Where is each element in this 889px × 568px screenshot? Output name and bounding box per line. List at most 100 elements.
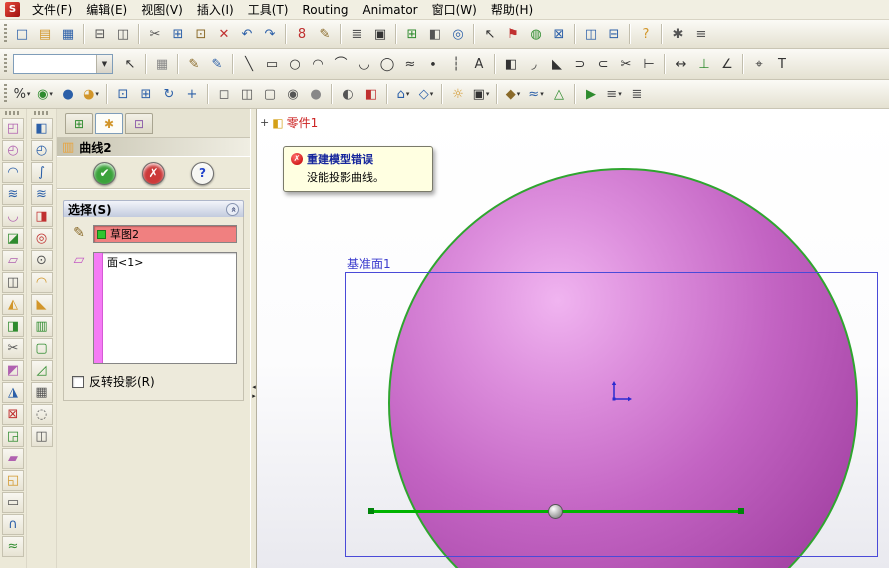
filled-surface-icon[interactable]: ◪ (2, 228, 24, 249)
wireframe-icon[interactable]: ◻ (213, 83, 235, 105)
untrim-surface-icon[interactable]: ◩ (2, 360, 24, 381)
radiate-surface-icon[interactable]: ◭ (2, 294, 24, 315)
new-document-icon[interactable]: □ (11, 23, 33, 45)
toolbar-options-icon[interactable]: ≣ (626, 83, 648, 105)
tree-expand-icon[interactable]: + (260, 116, 269, 129)
dropdown-arrow-icon[interactable]: ▾ (517, 90, 521, 98)
open-document-icon[interactable]: ▤ (34, 23, 56, 45)
sketch-selection-field[interactable]: 草图2 (93, 225, 237, 243)
revolved-surface-icon[interactable]: ◴ (2, 140, 24, 161)
corner-rectangle-icon[interactable]: ▭ (261, 53, 283, 75)
datum-plane-label[interactable]: 基准面1 (347, 255, 391, 272)
help-icon[interactable]: ? (635, 23, 657, 45)
text-tool-icon[interactable]: T (771, 53, 793, 75)
grid-icon[interactable]: ▦ (151, 53, 173, 75)
dropdown-arrow-icon[interactable]: ▾ (406, 90, 410, 98)
lofted-surface-icon[interactable]: ≋ (2, 184, 24, 205)
tangent-arc-icon[interactable]: ⌒ (330, 53, 352, 75)
rib-icon[interactable]: ▥ (30, 316, 53, 337)
zoom-to-area-icon[interactable]: ⊞ (135, 83, 157, 105)
menu-insert[interactable]: 插入(I) (190, 0, 241, 20)
dropdown-arrow-icon[interactable]: ▾ (618, 90, 622, 98)
line-icon[interactable]: ╲ (238, 53, 260, 75)
curves-icon[interactable]: ≈ ▾ (525, 83, 547, 105)
dropdown-arrow-icon[interactable]: ▾ (49, 90, 53, 98)
menu-window[interactable]: 窗口(W) (425, 0, 484, 20)
selection-group-header[interactable]: 选择(S) « (63, 200, 244, 217)
delete-icon[interactable]: ✕ (213, 23, 235, 45)
apply-scene-icon[interactable]: ◉ ▾ (34, 83, 56, 105)
splitter-collapse-left-icon[interactable]: ◂ (252, 384, 256, 391)
camera-icon[interactable]: ▣ ▾ (470, 83, 492, 105)
ellipse-icon[interactable]: ◯ (376, 53, 398, 75)
paste-icon[interactable]: ⊡ (190, 23, 212, 45)
collapse-chevron-icon[interactable]: « (226, 202, 239, 216)
display-style-icon[interactable]: ◧ (424, 23, 446, 45)
sketch-endpoint-icon[interactable] (368, 508, 374, 514)
mirror-feature-icon[interactable]: ◫ (30, 426, 53, 447)
three-point-arc-icon[interactable]: ◡ (353, 53, 375, 75)
tab-configurations[interactable]: ⊡ (125, 113, 153, 134)
full-screen-icon[interactable]: ⊠ (548, 23, 570, 45)
datum-plane-outline[interactable] (345, 272, 878, 557)
mirror-entities-icon[interactable]: ◧ (500, 53, 522, 75)
help-button[interactable]: ? (191, 161, 214, 185)
extend-entities-icon[interactable]: ⊢ (638, 53, 660, 75)
web-toolbar-icon[interactable]: ◍ (525, 23, 547, 45)
menu-routing[interactable]: Routing (295, 1, 355, 19)
select-icon[interactable]: ↖ (119, 53, 141, 75)
revolved-cut-icon[interactable]: ◎ (30, 228, 53, 249)
convert-entities-icon[interactable]: ⊂ (592, 53, 614, 75)
reverse-projection-label[interactable]: 反转投影(R) (89, 373, 155, 390)
drag-handle-ball[interactable] (548, 504, 563, 519)
menu-view[interactable]: 视图(V) (134, 0, 190, 20)
point-icon[interactable]: ∙ (422, 53, 444, 75)
spline-icon[interactable]: ≈ (399, 53, 421, 75)
linear-pattern-icon[interactable]: ▦ (30, 382, 53, 403)
reverse-projection-checkbox[interactable] (72, 375, 84, 388)
hidden-lines-visible-icon[interactable]: ◫ (236, 83, 258, 105)
lights-icon[interactable]: ☼ (447, 83, 469, 105)
menu-animator[interactable]: Animator (355, 1, 424, 19)
shadows-icon[interactable]: ◐ (337, 83, 359, 105)
copy-icon[interactable]: ⊞ (167, 23, 189, 45)
hidden-lines-removed-icon[interactable]: ▢ (259, 83, 281, 105)
boundary-surface-icon[interactable]: ◡ (2, 206, 24, 227)
centerline-icon[interactable]: ┆ (445, 53, 467, 75)
splitter-collapse-right-icon[interactable]: ▸ (252, 393, 256, 400)
select-pointer-icon[interactable]: ↖ (479, 23, 501, 45)
display-relations-icon[interactable]: ∠ (716, 53, 738, 75)
trim-surface-icon[interactable]: ✂ (2, 338, 24, 359)
revolved-boss-icon[interactable]: ◴ (30, 140, 53, 161)
appearance-icon[interactable]: ◕ ▾ (80, 83, 102, 105)
menu-help[interactable]: 帮助(H) (484, 0, 540, 20)
intersection-curve-icon[interactable]: ∩ (2, 514, 24, 535)
print-preview-icon[interactable]: ◫ (112, 23, 134, 45)
extruded-boss-icon[interactable]: ◧ (30, 118, 53, 139)
hide-show-items-icon[interactable]: ◎ (447, 23, 469, 45)
circular-pattern-icon[interactable]: ◌ (30, 404, 53, 425)
rotate-view-icon[interactable]: ↻ (158, 83, 180, 105)
face-selection-listbox[interactable]: 面<1> (93, 252, 237, 364)
flatten-surface-icon[interactable]: ▭ (2, 492, 24, 513)
save-document-icon[interactable]: ▦ (57, 23, 79, 45)
pan-icon[interactable]: + (181, 83, 203, 105)
menu-tools[interactable]: 工具(T) (241, 0, 296, 20)
sketch-icon[interactable]: ✎ (183, 53, 205, 75)
view-orientation-home-icon[interactable]: ⌂ ▾ (392, 83, 414, 105)
toolbar-grip[interactable] (4, 24, 7, 44)
file-properties-icon[interactable]: ≣ (346, 23, 368, 45)
sketch-endpoint-icon[interactable] (738, 508, 744, 514)
dropdown-arrow-icon[interactable]: ▾ (430, 90, 434, 98)
toolbar-grip[interactable] (5, 111, 21, 115)
origin-triad-icon[interactable] (608, 381, 632, 405)
panel-splitter[interactable]: ◂ ▸ (250, 109, 257, 568)
extruded-cut-icon[interactable]: ◨ (30, 206, 53, 227)
ok-button[interactable]: ✔ (93, 161, 116, 185)
extend-surface-icon[interactable]: ◮ (2, 382, 24, 403)
cut-icon[interactable]: ✂ (144, 23, 166, 45)
trim-entities-icon[interactable]: ✂ (615, 53, 637, 75)
toolbar-grip[interactable] (33, 111, 50, 115)
reference-geometry-icon[interactable]: ◆ ▾ (502, 83, 524, 105)
lofted-boss-icon[interactable]: ≋ (30, 184, 53, 205)
